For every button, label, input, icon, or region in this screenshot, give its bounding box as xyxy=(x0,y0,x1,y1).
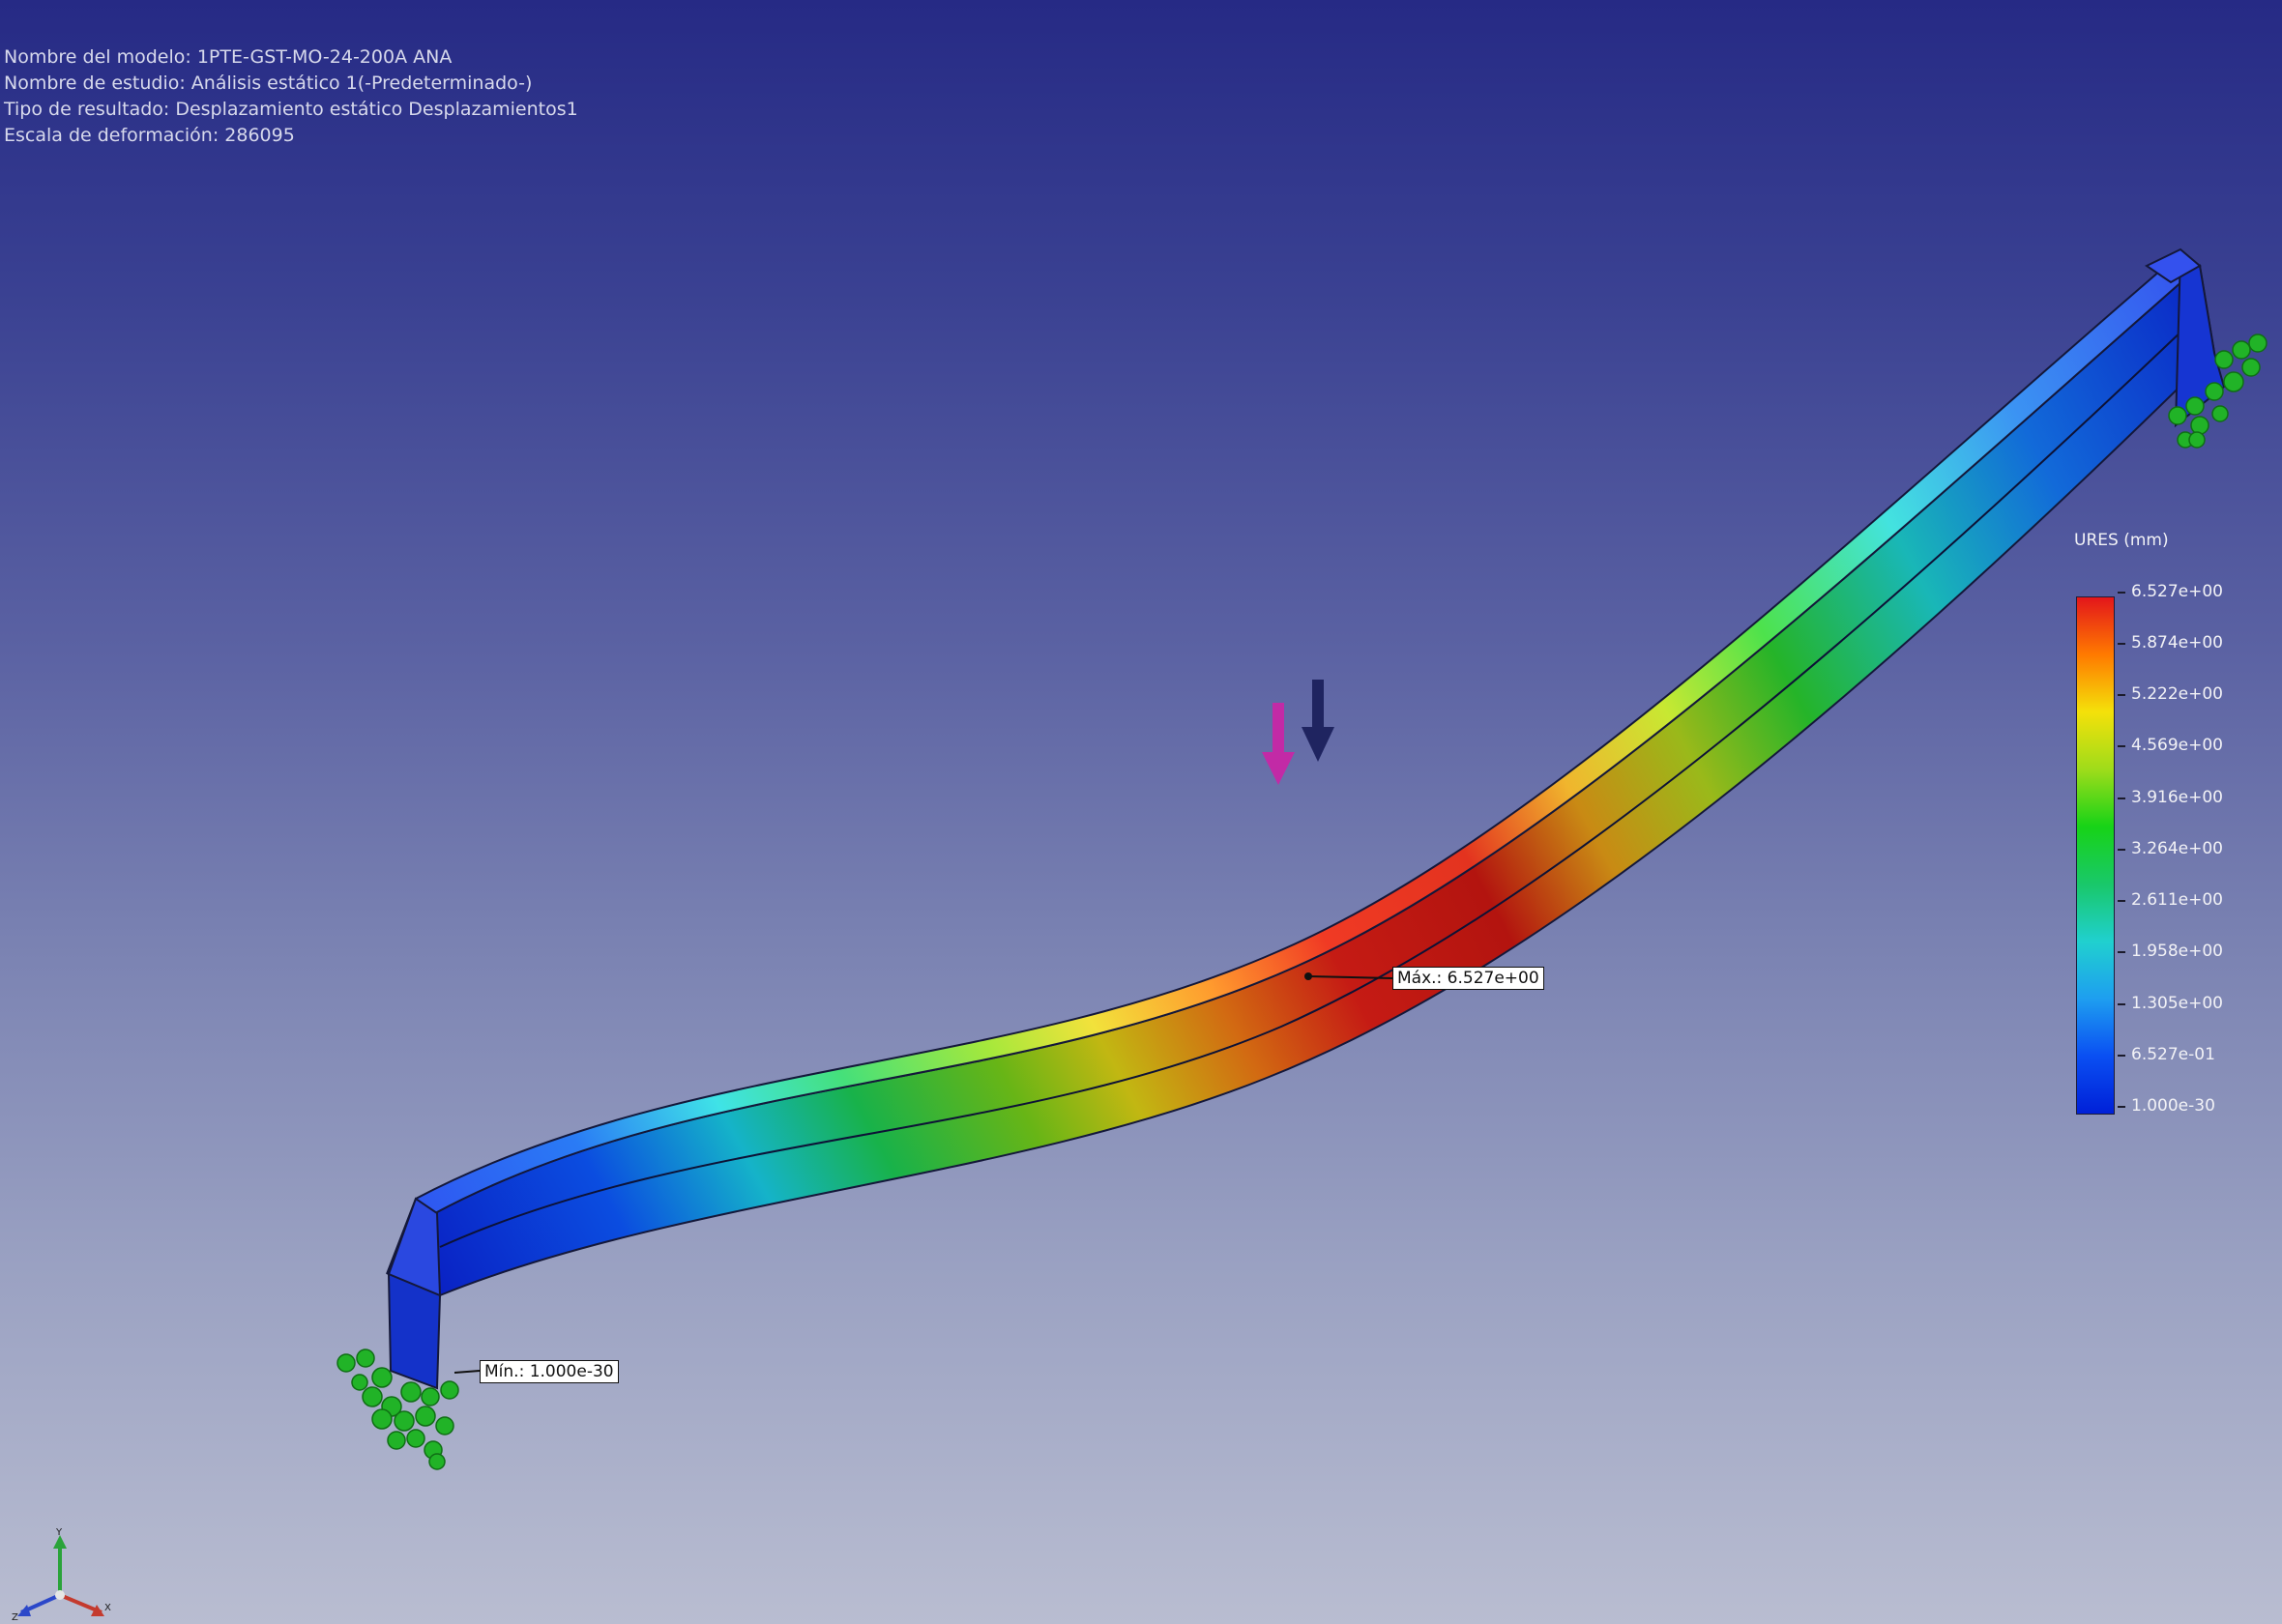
legend-tick-label: 6.527e-01 xyxy=(2118,1045,2215,1064)
legend-tick-label: 3.916e+00 xyxy=(2117,788,2224,807)
legend-tick-label: 5.874e+00 xyxy=(2117,633,2224,652)
load-arrow-icon xyxy=(1262,680,1334,785)
triad-z-label: Z xyxy=(12,1612,18,1620)
legend-tick-label: 1.000e-30 xyxy=(2118,1096,2215,1116)
triad-y-label: Y xyxy=(55,1527,63,1538)
min-value-probe[interactable]: Mín.: 1.000e-30 xyxy=(480,1360,619,1383)
legend-tick-label: 1.305e+00 xyxy=(2117,994,2224,1013)
legend-tick-label: 3.264e+00 xyxy=(2117,839,2224,858)
legend-tick-label: 1.958e+00 xyxy=(2117,942,2224,961)
graphics-viewport[interactable]: Nombre del modelo: 1PTE-GST-MO-24-200A A… xyxy=(0,0,2282,1624)
triad-x-label: X xyxy=(104,1603,111,1613)
legend-tick-label: 4.569e+00 xyxy=(2117,736,2224,755)
legend-tick-label: 5.222e+00 xyxy=(2117,684,2224,704)
legend-tick-label: 2.611e+00 xyxy=(2117,890,2224,910)
beam-model[interactable] xyxy=(0,0,2282,1624)
legend-title: URES (mm) xyxy=(2074,531,2169,550)
legend-tick-label: 6.527e+00 xyxy=(2117,582,2224,601)
beam-side-face xyxy=(390,264,2216,1297)
legend-color-bar xyxy=(2076,596,2115,1115)
max-value-probe[interactable]: Máx.: 6.527e+00 xyxy=(1392,967,1544,990)
axis-triad-icon[interactable]: Y X Z xyxy=(10,1527,116,1620)
beam-top-face xyxy=(386,251,2202,1275)
color-legend: URES (mm) 6.527e+00 5.874e+00 5.222e+00 … xyxy=(2069,527,2263,1126)
